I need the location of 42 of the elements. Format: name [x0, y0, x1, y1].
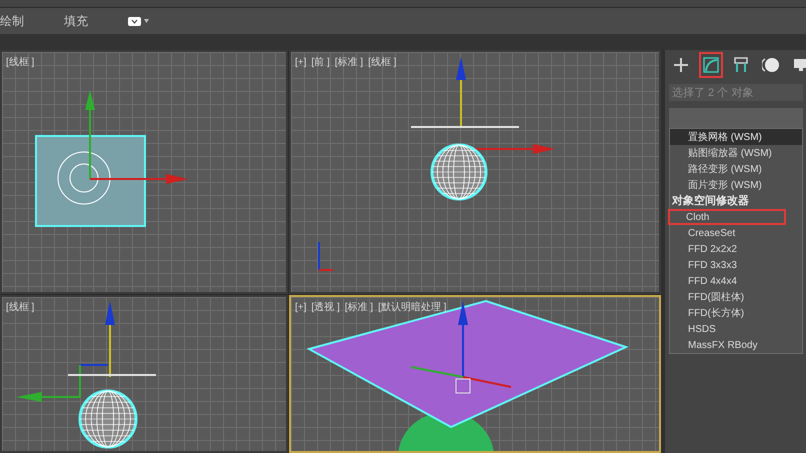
viewport-label[interactable]: [线框 ] [368, 58, 396, 68]
modifier-list-item[interactable]: CreaseSet [670, 225, 802, 241]
modifier-list-item[interactable]: FFD(长方体) [670, 305, 802, 321]
ribbon-tab[interactable]: 填充 [64, 12, 88, 30]
caret-icon [144, 19, 149, 23]
panel-tab[interactable] [699, 52, 723, 78]
monitor-icon [793, 57, 806, 73]
modifier-list-item[interactable]: FFD 4x4x4 [670, 273, 802, 289]
sphere-icon [762, 57, 780, 73]
viewport-label[interactable]: [透视 ] [311, 303, 340, 313]
hierarchy-icon [733, 57, 749, 73]
plus-icon [673, 57, 689, 73]
ribbon-tab[interactable]: 绘制 [0, 12, 24, 30]
list-group-header: 对象空间修改器 [670, 194, 750, 209]
viewport-label[interactable]: [前 ] [311, 58, 330, 68]
viewport-label[interactable]: [线框 ] [6, 303, 34, 313]
viewport[interactable]: [线框 ] [0, 295, 288, 453]
modifier-list-item[interactable]: 面片变形 (WSM) [670, 177, 802, 193]
viewport-label[interactable]: [线框 ] [6, 58, 34, 68]
curve-bracket-icon [702, 56, 720, 74]
modifier-list-item[interactable]: Cloth [668, 209, 786, 225]
axis-tripod-icon [318, 242, 333, 271]
modifier-list-item[interactable]: FFD(圆柱体) [670, 289, 802, 305]
wireframe-sphere-drawing [430, 144, 488, 200]
modifier-list-item[interactable]: FFD 3x3x3 [670, 257, 802, 273]
viewport-label[interactable]: [+] [295, 303, 306, 313]
modifier-list-item[interactable]: FFD 2x2x2 [670, 241, 802, 257]
viewport-label[interactable]: [+] [295, 58, 306, 68]
wireframe-sphere-drawing [78, 390, 138, 448]
viewport-label[interactable]: [标准 ] [334, 58, 364, 68]
viewport-label[interactable]: [标准 ] [344, 303, 374, 313]
viewport[interactable]: [+] [前 ] [标准 ] [线框 ] [289, 50, 661, 294]
modifier-list-item[interactable]: MassFX RBody [670, 337, 802, 353]
modifier-list-item[interactable]: HSDS [670, 321, 802, 337]
viewport[interactable]: [+] [透视 ] [标准 ] [默认明暗处理 ] [289, 295, 661, 453]
modifier-list-item[interactable]: 路径变形 (WSM) [670, 161, 802, 177]
dropdown-button[interactable] [128, 16, 149, 26]
modifier-list-item[interactable]: 置换网格 (WSM) [670, 129, 802, 145]
viewport-label[interactable]: [默认明暗处理 ] [378, 303, 446, 313]
modifier-list-item[interactable]: 贴图缩放器 (WSM) [670, 145, 802, 161]
message-icon [128, 16, 141, 26]
viewport[interactable]: [线框 ] [0, 50, 288, 294]
